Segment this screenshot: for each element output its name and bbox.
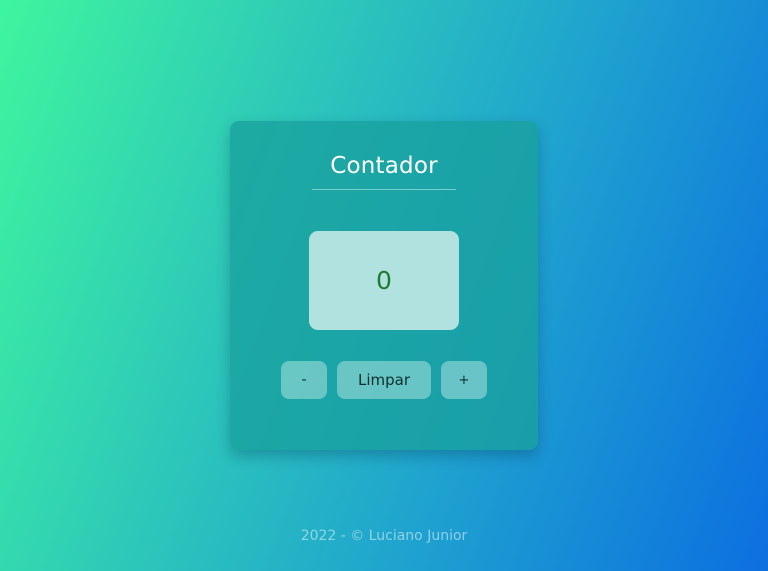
counter-display: 0 bbox=[309, 231, 459, 330]
title-divider bbox=[312, 189, 456, 190]
counter-card: Contador 0 - Limpar + bbox=[230, 121, 538, 450]
footer-credit: 2022 - © Luciano Junior bbox=[300, 528, 468, 544]
increment-button[interactable]: + bbox=[441, 361, 487, 399]
counter-value: 0 bbox=[376, 266, 392, 295]
clear-button[interactable]: Limpar bbox=[337, 361, 431, 399]
decrement-button[interactable]: - bbox=[281, 361, 327, 399]
counter-title: Contador bbox=[330, 153, 438, 179]
